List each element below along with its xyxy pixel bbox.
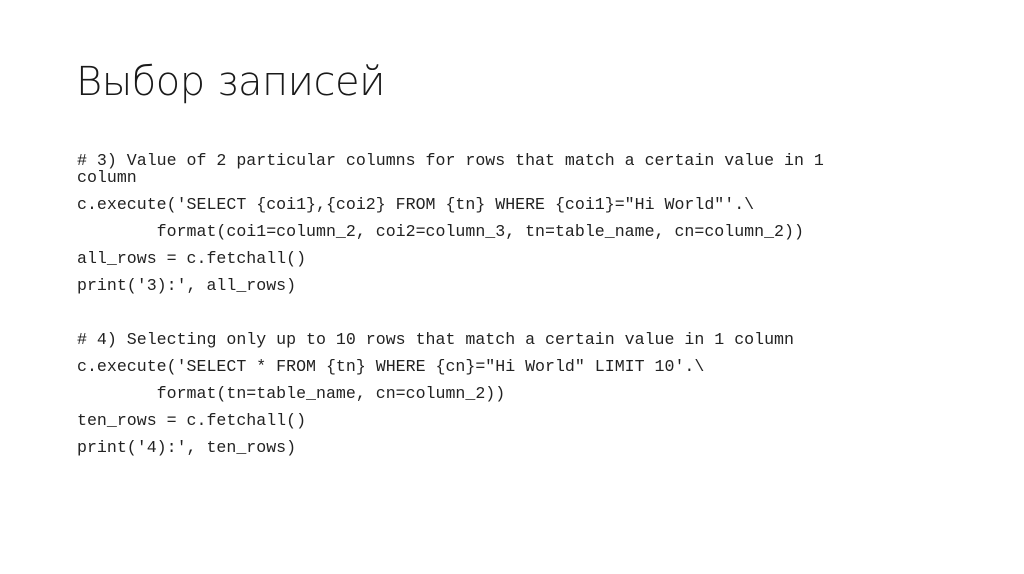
code-line: ten_rows = c.fetchall(): [77, 411, 307, 430]
code-comment-line-wrap: column: [77, 168, 137, 187]
code-line: c.execute('SELECT {coi1},{coi2} FROM {tn…: [77, 195, 755, 214]
slide-title: Выбор записей: [76, 59, 385, 105]
code-block: # 3) Value of 2 particular columns for r…: [77, 152, 957, 465]
code-line: all_rows = c.fetchall(): [77, 249, 307, 268]
code-line: print('3):', all_rows): [77, 276, 297, 295]
code-comment-line: # 3) Value of 2 particular columns for r…: [77, 151, 824, 170]
code-line: c.execute('SELECT * FROM {tn} WHERE {cn}…: [77, 357, 705, 376]
slide: Выбор записей # 3) Value of 2 particular…: [0, 0, 1024, 574]
code-line: format(coi1=column_2, coi2=column_3, tn=…: [77, 222, 804, 241]
code-line: format(tn=table_name, cn=column_2)): [77, 384, 506, 403]
code-comment-line: # 4) Selecting only up to 10 rows that m…: [77, 330, 794, 349]
code-line: print('4):', ten_rows): [77, 438, 297, 457]
